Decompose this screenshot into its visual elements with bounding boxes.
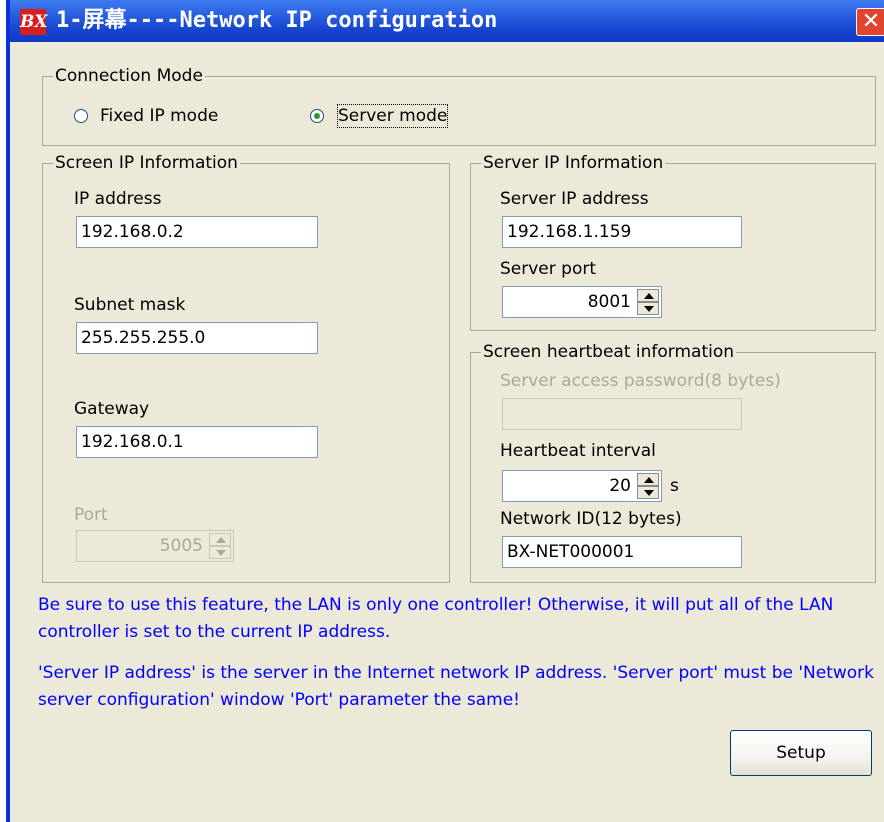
server-ip-address-label: Server IP address	[500, 189, 649, 209]
server-port-note: 'Server IP address' is the server in the…	[38, 663, 874, 710]
heartbeat-spin-buttons[interactable]	[637, 473, 659, 499]
server-mode-label[interactable]: Server mode	[336, 104, 449, 128]
server-port-decrement-button[interactable]	[637, 302, 659, 315]
server-port-spin-buttons[interactable]	[637, 289, 659, 315]
port-spin-buttons	[209, 533, 231, 559]
heartbeat-interval-unit: s	[670, 476, 679, 496]
port-decrement-button	[209, 546, 231, 559]
port-value: 5005	[159, 536, 203, 556]
server-port-value[interactable]: 8001	[503, 287, 635, 317]
server-ip-address-input[interactable]: 192.168.1.159	[502, 216, 742, 248]
server-ip-group-label: Server IP Information	[481, 153, 666, 173]
lan-warning-note: Be sure to use this feature, the LAN is …	[38, 595, 834, 642]
network-id-label: Network ID(12 bytes)	[500, 509, 682, 529]
close-button[interactable]: ✕	[856, 8, 884, 36]
setup-button[interactable]: Setup	[730, 730, 872, 776]
heartbeat-group-label: Screen heartbeat information	[481, 342, 737, 362]
server-access-password-label: Server access password(8 bytes)	[500, 371, 781, 391]
bx-logo-icon: BX	[20, 9, 48, 35]
screen-ip-group-label: Screen IP Information	[53, 153, 240, 173]
heartbeat-interval-label: Heartbeat interval	[500, 441, 656, 461]
heartbeat-decrement-button[interactable]	[637, 486, 659, 499]
fixed-ip-mode-label[interactable]: Fixed IP mode	[100, 105, 218, 127]
gateway-input[interactable]: 192.168.0.1	[76, 426, 318, 458]
arrow-down-icon	[644, 306, 654, 312]
port-label: Port	[74, 505, 108, 525]
arrow-up-icon	[216, 537, 226, 543]
heartbeat-interval-spinner[interactable]: 20	[502, 470, 662, 502]
radio-selected-dot	[314, 113, 320, 119]
server-port-label: Server port	[500, 259, 596, 279]
network-ip-config-dialog: BX 1-屏幕----Network IP configuration ✕ Co…	[6, 0, 884, 822]
close-icon: ✕	[861, 9, 881, 34]
subnet-mask-label: Subnet mask	[74, 295, 186, 315]
subnet-mask-input[interactable]: 255.255.255.0	[76, 322, 318, 354]
arrow-up-icon	[644, 477, 654, 483]
arrow-down-icon	[216, 550, 226, 556]
connection-mode-label: Connection Mode	[53, 66, 205, 86]
port-increment-button	[209, 533, 231, 546]
arrow-up-icon	[644, 293, 654, 299]
fixed-ip-mode-radio[interactable]	[74, 109, 88, 123]
window-title: 1-屏幕----Network IP configuration	[56, 8, 498, 33]
gateway-label: Gateway	[74, 399, 150, 419]
ip-address-label: IP address	[74, 189, 162, 209]
server-access-password-input	[502, 398, 742, 430]
arrow-down-icon	[644, 490, 654, 496]
title-bar[interactable]: BX 1-屏幕----Network IP configuration ✕	[10, 0, 884, 42]
ip-address-input[interactable]: 192.168.0.2	[76, 216, 318, 248]
server-port-increment-button[interactable]	[637, 289, 659, 302]
heartbeat-increment-button[interactable]	[637, 473, 659, 486]
heartbeat-interval-value[interactable]: 20	[503, 471, 635, 501]
server-port-spinner[interactable]: 8001	[502, 286, 662, 318]
server-mode-radio[interactable]	[310, 109, 324, 123]
network-id-input[interactable]: BX-NET000001	[502, 536, 742, 568]
port-spinner: 5005	[76, 530, 234, 562]
